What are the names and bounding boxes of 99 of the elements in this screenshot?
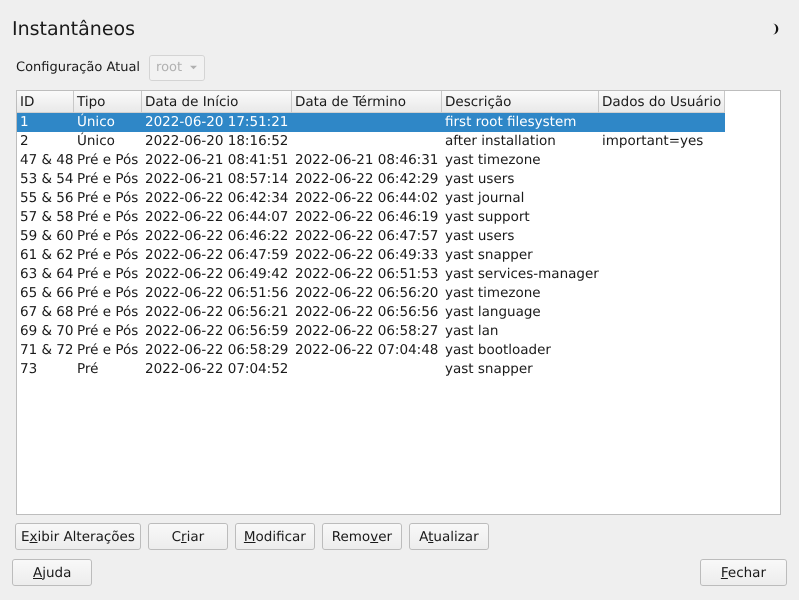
table-cell: first root filesystem bbox=[445, 114, 576, 130]
table-cell: 65 & 66 bbox=[20, 284, 74, 301]
table-row[interactable]: 59 & 60 Pré e Pós 2022-06-22 06:46:22 2022-06-22 06:47:57 yast users bbox=[17, 226, 725, 246]
table-cell: 2022-06-22 06:49:33 bbox=[295, 246, 438, 263]
table-cell: 2022-06-22 06:56:21 bbox=[145, 304, 288, 320]
table-cell: yast lan bbox=[445, 322, 498, 339]
table-cell: 2022-06-22 06:51:56 bbox=[145, 284, 288, 301]
table-row[interactable]: 61 & 62 Pré e Pós 2022-06-22 06:47:59 2022-06-22 06:49:33 yast snapper bbox=[17, 246, 725, 265]
table-cell: 57 & 58 bbox=[20, 208, 74, 225]
close-button[interactable]: Fechar bbox=[700, 559, 787, 586]
help-button[interactable]: Ajuda bbox=[12, 559, 92, 586]
table-cell: 2022-06-22 06:47:59 bbox=[145, 246, 288, 263]
table-cell: 1 bbox=[20, 114, 29, 130]
table-cell: yast timezone bbox=[445, 152, 541, 168]
table-cell: important=yes bbox=[602, 132, 704, 149]
config-label: Configuração Atual bbox=[16, 60, 140, 76]
table-cell: Pré e Pós bbox=[77, 228, 138, 244]
table-cell: 71 & 72 bbox=[20, 342, 74, 358]
table-cell: Pré e Pós bbox=[77, 266, 138, 282]
table-cell: 47 & 48 bbox=[20, 152, 74, 168]
action-button[interactable]: Atualizar bbox=[408, 523, 489, 550]
table-cell: 2022-06-22 06:49:42 bbox=[145, 266, 288, 282]
table-cell: 2 bbox=[20, 132, 29, 149]
table-cell: 2022-06-22 06:51:53 bbox=[295, 266, 438, 282]
table-cell: Pré e Pós bbox=[77, 322, 138, 339]
table-row[interactable]: 63 & 64 Pré e Pós 2022-06-22 06:49:42 2022-06-22 06:51:53 yast services-manager bbox=[17, 264, 725, 284]
moon-icon bbox=[772, 22, 781, 35]
table-cell: 2022-06-22 06:56:56 bbox=[295, 304, 438, 320]
table-cell: Pré e Pós bbox=[77, 304, 138, 320]
table-cell: 69 & 70 bbox=[20, 322, 74, 339]
table-cell: 2022-06-22 06:46:19 bbox=[295, 208, 438, 225]
table-row[interactable]: 55 & 56 Pré e Pós 2022-06-22 06:42:34 2022-06-22 06:44:02 yast journal bbox=[17, 188, 725, 208]
table-cell: 2022-06-22 06:44:02 bbox=[295, 190, 438, 206]
table-cell: 2022-06-22 06:42:34 bbox=[145, 190, 288, 206]
table-row[interactable]: 47 & 48 Pré e Pós 2022-06-21 08:41:51 2022-06-21 08:46:31 yast timezone bbox=[17, 150, 725, 170]
table-cell: 59 & 60 bbox=[20, 228, 74, 244]
table-row[interactable]: 1 Único 2022-06-20 17:51:21 first root filesystem bbox=[17, 112, 725, 132]
action-button[interactable]: Exibir Alterações bbox=[15, 523, 141, 550]
table-cell: Pré e Pós bbox=[77, 152, 138, 168]
action-button[interactable]: Remover bbox=[322, 523, 402, 550]
table-cell: 2022-06-21 08:41:51 bbox=[145, 152, 288, 168]
table-cell: yast snapper bbox=[445, 246, 533, 263]
window-title: Instantâneos bbox=[12, 18, 136, 40]
table-cell: after installation bbox=[445, 132, 556, 149]
action-button[interactable]: Criar bbox=[148, 523, 228, 550]
table-cell: yast users bbox=[445, 228, 514, 244]
table-row[interactable]: 2 Único 2022-06-20 18:16:52 after installation important=yes bbox=[17, 132, 725, 151]
table-cell: yast support bbox=[445, 208, 530, 225]
table-cell: 2022-06-20 17:51:21 bbox=[145, 114, 288, 130]
table-row[interactable]: 57 & 58 Pré e Pós 2022-06-22 06:44:07 2022-06-22 06:46:19 yast support bbox=[17, 208, 725, 227]
table-cell: 55 & 56 bbox=[20, 190, 74, 206]
table-cell: 67 & 68 bbox=[20, 304, 74, 320]
table-cell: Único bbox=[77, 114, 115, 130]
table-cell: 2022-06-22 06:44:07 bbox=[145, 208, 288, 225]
table-cell: Pré bbox=[77, 360, 98, 377]
table-cell: yast journal bbox=[445, 190, 524, 206]
table-cell: Pré e Pós bbox=[77, 342, 138, 358]
column-header[interactable]: Tipo bbox=[74, 90, 142, 113]
table-cell: 61 & 62 bbox=[20, 246, 74, 263]
table-cell: 2022-06-22 06:56:59 bbox=[145, 322, 288, 339]
table-cell: 2022-06-22 06:46:22 bbox=[145, 228, 288, 244]
table-cell: 2022-06-22 06:58:27 bbox=[295, 322, 438, 339]
column-header[interactable]: Data de Término bbox=[292, 90, 442, 113]
table-cell: 2022-06-22 06:58:29 bbox=[145, 342, 288, 358]
table-cell: 2022-06-22 06:42:29 bbox=[295, 170, 438, 187]
table-row[interactable]: 67 & 68 Pré e Pós 2022-06-22 06:56:21 2022-06-22 06:56:56 yast language bbox=[17, 302, 725, 322]
table-cell: Único bbox=[77, 132, 115, 149]
column-header[interactable]: Descrição bbox=[442, 90, 599, 113]
table-cell: yast services-manager bbox=[445, 266, 599, 282]
table-cell: 2022-06-22 06:47:57 bbox=[295, 228, 438, 244]
column-header[interactable]: ID bbox=[17, 90, 74, 113]
table-cell: 2022-06-22 07:04:48 bbox=[295, 342, 438, 358]
action-button[interactable]: Modificar bbox=[234, 523, 315, 550]
table-cell: 2022-06-22 06:56:20 bbox=[295, 284, 438, 301]
table-cell: Pré e Pós bbox=[77, 170, 138, 187]
table-cell: yast users bbox=[445, 170, 514, 187]
table-row[interactable]: 73 Pré 2022-06-22 07:04:52 yast snapper bbox=[17, 360, 725, 379]
table-cell: yast language bbox=[445, 304, 541, 320]
table-cell: Pré e Pós bbox=[77, 208, 138, 225]
table-cell: Pré e Pós bbox=[77, 246, 138, 263]
table-cell: 2022-06-22 07:04:52 bbox=[145, 360, 288, 377]
table-cell: yast timezone bbox=[445, 284, 541, 301]
table-cell: 73 bbox=[20, 360, 38, 377]
table-row[interactable]: 53 & 54 Pré e Pós 2022-06-21 08:57:14 2022-06-22 06:42:29 yast users bbox=[17, 170, 725, 189]
table-cell: Pré e Pós bbox=[77, 190, 138, 206]
table-cell: yast bootloader bbox=[445, 342, 551, 358]
table-cell: 2022-06-20 18:16:52 bbox=[145, 132, 288, 149]
table-cell: 53 & 54 bbox=[20, 170, 74, 187]
table-row[interactable]: 69 & 70 Pré e Pós 2022-06-22 06:56:59 2022-06-22 06:58:27 yast lan bbox=[17, 322, 725, 341]
column-header[interactable]: Dados do Usuário bbox=[599, 90, 725, 113]
table-cell: 63 & 64 bbox=[20, 266, 74, 282]
table-cell: yast snapper bbox=[445, 360, 533, 377]
column-header[interactable]: Data de Início bbox=[142, 90, 292, 113]
table-cell: Pré e Pós bbox=[77, 284, 138, 301]
table-row[interactable]: 71 & 72 Pré e Pós 2022-06-22 06:58:29 2022-06-22 07:04:48 yast bootloader bbox=[17, 340, 725, 360]
table-cell: 2022-06-21 08:57:14 bbox=[145, 170, 288, 187]
caret-icon bbox=[190, 65, 198, 70]
table-cell: 2022-06-21 08:46:31 bbox=[295, 152, 438, 168]
table-row[interactable]: 65 & 66 Pré e Pós 2022-06-22 06:51:56 2022-06-22 06:56:20 yast timezone bbox=[17, 284, 725, 303]
